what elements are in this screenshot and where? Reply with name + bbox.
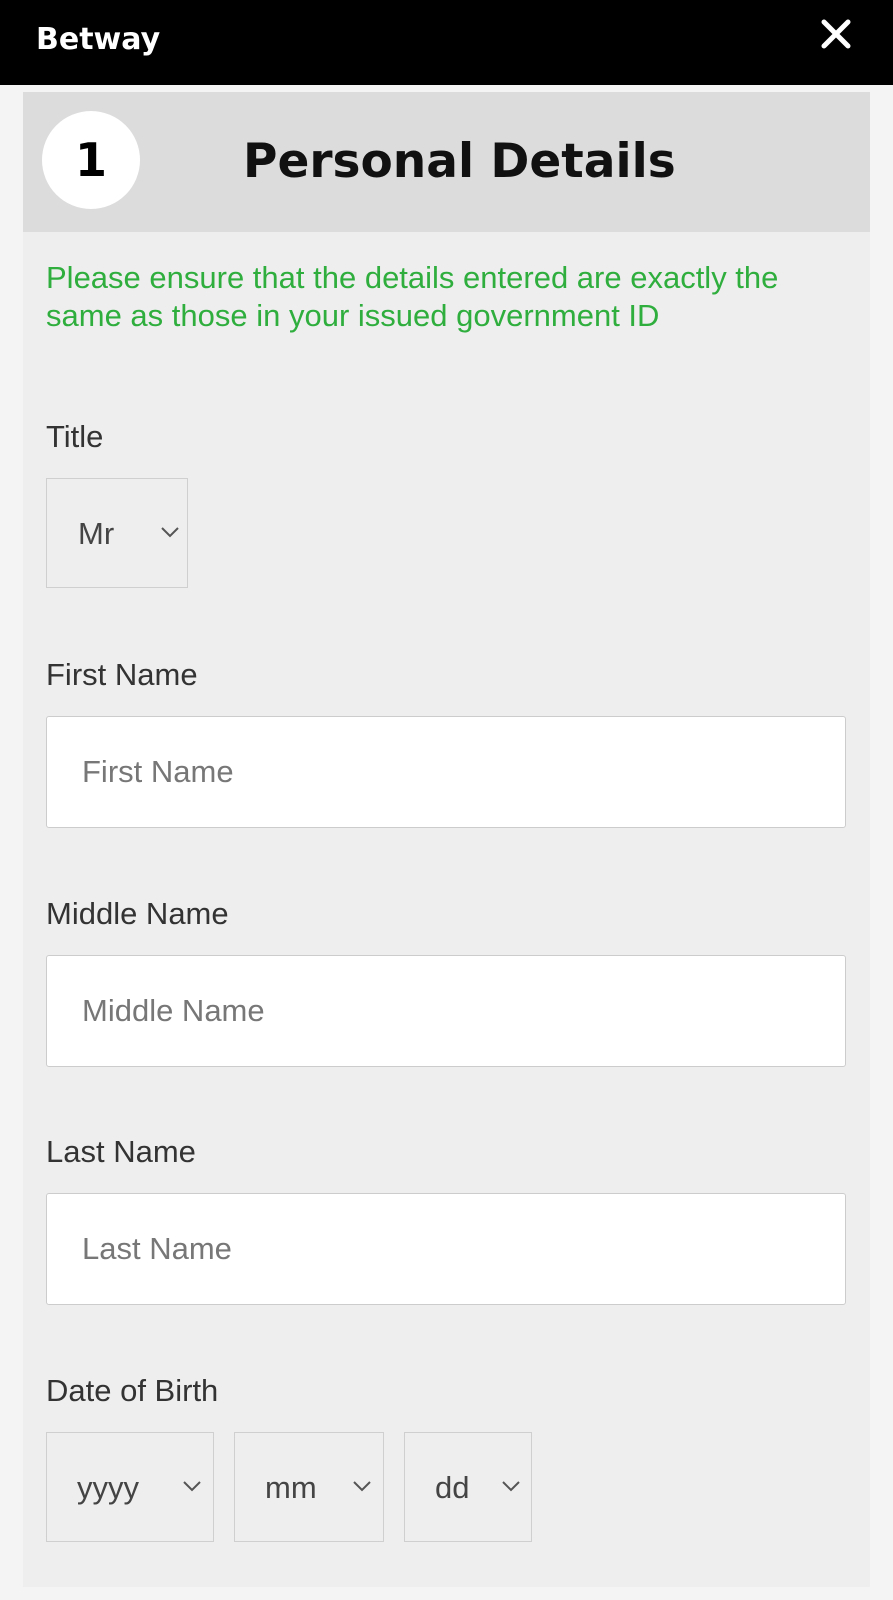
chevron-down-icon [161, 527, 179, 538]
middle-name-input[interactable] [46, 955, 846, 1067]
first-name-label: First Name [46, 657, 198, 692]
close-icon [821, 19, 851, 49]
registration-panel: 1 Personal Details Please ensure that th… [23, 92, 870, 1600]
first-name-input[interactable] [46, 716, 846, 828]
last-name-input[interactable] [46, 1193, 846, 1305]
middle-name-label: Middle Name [46, 896, 229, 931]
dob-month-value: mm [265, 1470, 317, 1505]
last-name-label: Last Name [46, 1134, 196, 1169]
step-header: 1 Personal Details [23, 92, 870, 232]
title-label: Title [46, 419, 104, 454]
chevron-down-icon [183, 1481, 201, 1492]
step-number-badge: 1 [42, 111, 140, 209]
bottom-edge [0, 1587, 893, 1600]
close-button[interactable] [816, 14, 856, 54]
id-match-notice: Please ensure that the details entered a… [46, 260, 779, 333]
dob-year-value: yyyy [77, 1470, 139, 1505]
dob-month-select[interactable]: mm [234, 1432, 384, 1542]
title-select-value: Mr [78, 516, 115, 551]
dob-day-value: dd [435, 1470, 470, 1505]
step-title: Personal Details [243, 134, 676, 189]
chevron-down-icon [353, 1481, 371, 1492]
dob-year-select[interactable]: yyyy [46, 1432, 214, 1542]
top-bar: Betway [0, 0, 893, 85]
title-select[interactable]: Mr [46, 478, 188, 588]
dob-day-select[interactable]: dd [404, 1432, 532, 1542]
chevron-down-icon [502, 1481, 520, 1492]
dob-label: Date of Birth [46, 1373, 219, 1408]
brand-logo: Betway [36, 22, 161, 57]
